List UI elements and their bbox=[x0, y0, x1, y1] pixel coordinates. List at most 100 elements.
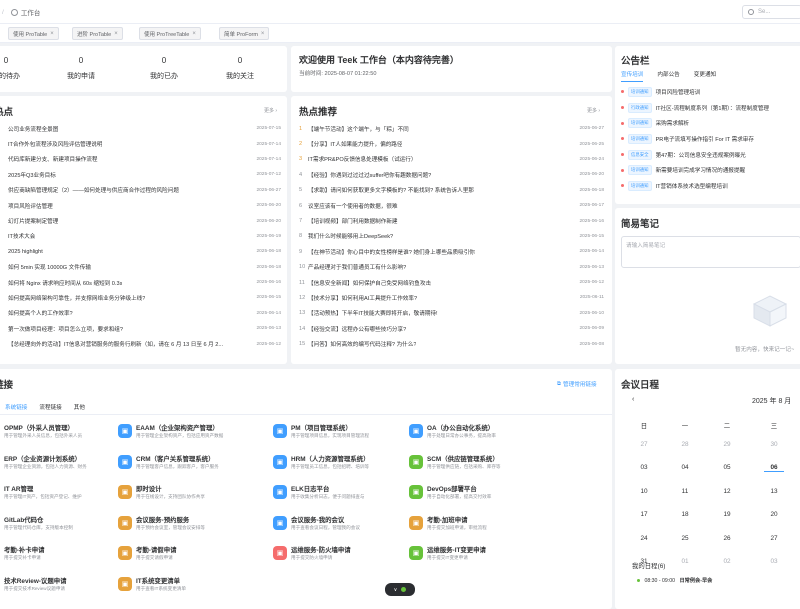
stat-todo[interactable]: 0 我的待办 bbox=[0, 56, 46, 81]
chevron-down-icon[interactable]: ∨ bbox=[394, 587, 398, 593]
tab-tag[interactable]: 使用 ProTable × bbox=[8, 27, 59, 40]
link-item[interactable]: ▣ 运维服务-防火墙申请 用于提交防火墙申请 bbox=[273, 544, 405, 570]
link-item[interactable]: ▣ PM（项目管理系统） 用于管理项目信息，实现项目管理流程 bbox=[273, 422, 405, 448]
notice-item[interactable]: 培训通知 PR电子流填写操作指引 For IT 需求审存 bbox=[621, 131, 797, 147]
notice-item[interactable]: 信息安全 第47期：公司信息安全违规案例曝光 bbox=[621, 147, 797, 163]
stat-apply[interactable]: 0 我的申请 bbox=[41, 56, 121, 81]
recommend-item[interactable]: 11 【信息安全新闻】如何保护自己免受网络钓鱼攻击 2025-06-12 bbox=[299, 275, 604, 290]
breadcrumb-current[interactable]: 工作台 bbox=[21, 7, 41, 17]
link-item[interactable]: ▣IT AR管理用于管理IT资产，包括资产登记、维护 bbox=[0, 483, 116, 509]
tab-tag[interactable]: 简单 ProForm × bbox=[219, 27, 270, 40]
calendar-day[interactable]: 20 bbox=[764, 511, 784, 518]
hotspot-item[interactable]: 如何提高个人的工作效率? 2025-06-14 bbox=[8, 306, 281, 321]
schedule-item[interactable]: 08:30 - 09:00 日常例会-早会 bbox=[637, 577, 800, 584]
stat-done[interactable]: 0 我的已办 bbox=[124, 56, 204, 81]
link-item[interactable]: ▣技术Review-议题申请用于提交技术Review议题申请 bbox=[0, 575, 116, 601]
notice-item[interactable]: 培训通知 项目风险管理培训 bbox=[621, 84, 797, 100]
link-item[interactable]: ▣ 运维服务-IT变更申请 用于提交IT变更申请 bbox=[409, 544, 539, 570]
notice-item[interactable]: 培训通知 新需要培训完成学习情况的通报提醒 bbox=[621, 162, 797, 178]
memo-input[interactable]: 请输入简易笔记 bbox=[621, 236, 800, 268]
stat-follow[interactable]: 0 我的关注 bbox=[200, 56, 280, 81]
link-item[interactable]: ▣ 会议服务-我的会议 用于查看会议日程，管理我的会议 bbox=[273, 514, 405, 540]
tab-system-links[interactable]: 系统链接 bbox=[5, 403, 27, 411]
link-item[interactable]: ▣ HRM（人力资源管理系统） 用于管理员工信息，包括招聘、培训等 bbox=[273, 453, 405, 479]
hotspot-item[interactable]: IT合作外包流程涉及风险评估管理说明 2025-07-14 bbox=[8, 136, 281, 151]
hotspot-item[interactable]: 项目风险评估管理 2025-06-20 bbox=[8, 198, 281, 213]
tab-change[interactable]: 变更通知 bbox=[694, 70, 716, 82]
hotspot-item[interactable]: 2025年Q3业务目标 2025-07-12 bbox=[8, 167, 281, 182]
tab-tag[interactable]: 进阶 ProTable × bbox=[72, 27, 123, 40]
calendar-day[interactable]: 01 bbox=[675, 558, 695, 565]
tab-internal[interactable]: 内部公告 bbox=[657, 70, 679, 82]
tab-process-links[interactable]: 流程链接 bbox=[39, 403, 61, 411]
recommend-item[interactable]: 10 产品经理对于我们普通员工有什么影响? 2025-06-13 bbox=[299, 260, 604, 275]
hotspot-item[interactable]: 幻灯片提案制定管理 2025-06-20 bbox=[8, 213, 281, 228]
link-item[interactable]: ▣ IT系统变更清单 用于查看IT系统变更清单 bbox=[118, 575, 268, 601]
floating-toolbar[interactable]: ∨ bbox=[385, 583, 415, 596]
calendar-day[interactable]: 17 bbox=[634, 511, 654, 518]
link-item[interactable]: ▣ 考勤-请假申请 用于提交请假申请 bbox=[118, 544, 268, 570]
notice-item[interactable]: 培训通知 IT营销体系技术选型编程培训 bbox=[621, 178, 797, 194]
link-item[interactable]: ▣ 会议服务-预约服务 用于预约会议室，管理会议安排等 bbox=[118, 514, 268, 540]
recommend-item[interactable]: 15 【问答】如何高效的编写代码注释? 为什么? 2025-06-08 bbox=[299, 336, 604, 351]
recommend-item[interactable]: 13 【活动预热】下半年IT技能大赛即将开启，敬请期待! 2025-06-10 bbox=[299, 306, 604, 321]
calendar-day[interactable]: 03 bbox=[634, 464, 654, 471]
calendar-day[interactable]: 10 bbox=[634, 488, 654, 495]
calendar-day[interactable]: 18 bbox=[675, 511, 695, 518]
recommend-item[interactable]: 14 【经验交流】远程办公有哪些技巧分享? 2025-06-09 bbox=[299, 321, 604, 336]
calendar-day[interactable]: 28 bbox=[675, 441, 695, 448]
calendar-day[interactable]: 19 bbox=[717, 511, 737, 518]
calendar-day[interactable]: 29 bbox=[717, 441, 737, 448]
hotspot-item[interactable]: 如何提高网络架构可靠性，并支撑网络业务分钟级上线? 2025-06-15 bbox=[8, 290, 281, 305]
calendar-day[interactable]: 05 bbox=[717, 464, 737, 471]
calendar-day[interactable]: 27 bbox=[634, 441, 654, 448]
hot-recommend-more-link[interactable]: 更多 › bbox=[587, 107, 600, 114]
link-item[interactable]: ▣ ELK日志平台 用于收集分析日志，便于问题排查与 bbox=[273, 483, 405, 509]
calendar-day[interactable]: 13 bbox=[764, 488, 784, 495]
recommend-item[interactable]: 5 【求助】请问如何获取更多文字模板的? 不能找到? 系统告诉人里那 2025-06… bbox=[299, 183, 604, 198]
calendar-day[interactable]: 24 bbox=[634, 535, 654, 542]
notice-item[interactable]: 培训通知 采购需求解析 bbox=[621, 115, 797, 131]
recommend-item[interactable]: 8 我们什么时候能够用上DeepSeek? 2025-06-15 bbox=[299, 229, 604, 244]
link-item[interactable]: ▣ERP（企业资源计划系统）用于管理企业资源，包括人力资源、财务 bbox=[0, 453, 116, 479]
hotspot-item[interactable]: 第一次做项目经理：项目怎么立项，要求和组? 2025-06-13 bbox=[8, 321, 281, 336]
hotspot-item[interactable]: 【总经理向外的活动】IT信息对营销服务的服务行刷新（如，请在 6 月 13 日至… bbox=[8, 336, 281, 351]
link-item[interactable]: ▣ EAAM（企业架构资产管理） 用于管理企业架构资产，包括应用资产数据 bbox=[118, 422, 268, 448]
recommend-item[interactable]: 3 IT需求PR&PO反馈信息处理模板（试运行） 2025-06-24 bbox=[299, 152, 604, 167]
calendar-day[interactable]: 03 bbox=[764, 558, 784, 565]
link-item[interactable]: ▣ OA（办公自动化系统） 用于处理日常办公事务，提高效率 bbox=[409, 422, 539, 448]
recommend-item[interactable]: 7 【培训视频】部门利用数据制作新建 2025-06-16 bbox=[299, 213, 604, 228]
recommend-item[interactable]: 9 【在神节活动】你心目中的女性榜样是谁? 她们身上哪些品质吸引你 2025-06-… bbox=[299, 244, 604, 259]
calendar-day[interactable]: 12 bbox=[717, 488, 737, 495]
tab-other-links[interactable]: 其他 bbox=[74, 403, 85, 411]
calendar-day[interactable]: 30 bbox=[764, 441, 784, 448]
calendar-day[interactable]: 04 bbox=[675, 464, 695, 471]
notice-item[interactable]: 行政通知 IT社区-流程制度系列（第1期）：流程制度管理 bbox=[621, 100, 797, 116]
calendar-day[interactable]: 26 bbox=[717, 535, 737, 542]
link-item[interactable]: ▣ CRM（客户关系管理系统） 用于管理客户信息，跟踪客户，客户服务 bbox=[118, 453, 268, 479]
hotspot-item[interactable]: 如何 5min 实现 10000G 文件传输 2025-06-18 bbox=[8, 260, 281, 275]
close-icon[interactable]: × bbox=[114, 31, 118, 37]
hotspot-item[interactable]: 2025 highlight 2025-06-18 bbox=[8, 244, 281, 259]
prev-month-icon[interactable]: ‹ bbox=[632, 396, 634, 403]
hotspot-item[interactable]: 如何将 Nginx 请求响应时间从 60s 缩短到 0.3s 2025-06-16 bbox=[8, 275, 281, 290]
hotspots-more-link[interactable]: 更多 › bbox=[264, 107, 277, 114]
link-item[interactable]: ▣ 即时设计 用于在线设计，支持团队协作共享 bbox=[118, 483, 268, 509]
link-item[interactable]: ▣ DevOps部署平台 用于自动化部署，提高交付效率 bbox=[409, 483, 539, 509]
hotspot-item[interactable]: 供应商缺陷管理规定（2）——如何处理与供应商合作过程的风险问题 2025-06-2… bbox=[8, 183, 281, 198]
calendar-day[interactable]: 02 bbox=[717, 558, 737, 565]
manage-links-button[interactable]: ⧉ 管理常用链接 bbox=[557, 380, 597, 389]
recommend-item[interactable]: 6 议室应该有一个使用者的数据，很难 2025-06-17 bbox=[299, 198, 604, 213]
hotspot-item[interactable]: 公司业务流程全景图 2025-07-15 bbox=[8, 121, 281, 136]
calendar-day[interactable]: 06 bbox=[764, 464, 784, 473]
recommend-item[interactable]: 1 【端午节活动】这个端午，与「粽」不同 2025-06-27 bbox=[299, 121, 604, 136]
close-icon[interactable]: × bbox=[192, 31, 196, 37]
recommend-item[interactable]: 4 【经验】你遇到过过过过suffer吧你有趣数据问题? 2025-06-20 bbox=[299, 167, 604, 182]
close-icon[interactable]: × bbox=[261, 31, 265, 37]
calendar-day[interactable]: 27 bbox=[764, 535, 784, 542]
link-item[interactable]: ▣ 考勤-加班申请 用于提交加班申请，审批流程 bbox=[409, 514, 539, 540]
tab-tag[interactable]: 使用 ProTreeTable × bbox=[139, 27, 201, 40]
recommend-item[interactable]: 12 【技术分享】如何利用AI工具提升工作效率? 2025-06-11 bbox=[299, 290, 604, 305]
search-input[interactable]: Se... bbox=[742, 5, 800, 19]
link-item[interactable]: ▣GitLab代码仓用于管理代码仓库，支持版本控制 bbox=[0, 514, 116, 540]
